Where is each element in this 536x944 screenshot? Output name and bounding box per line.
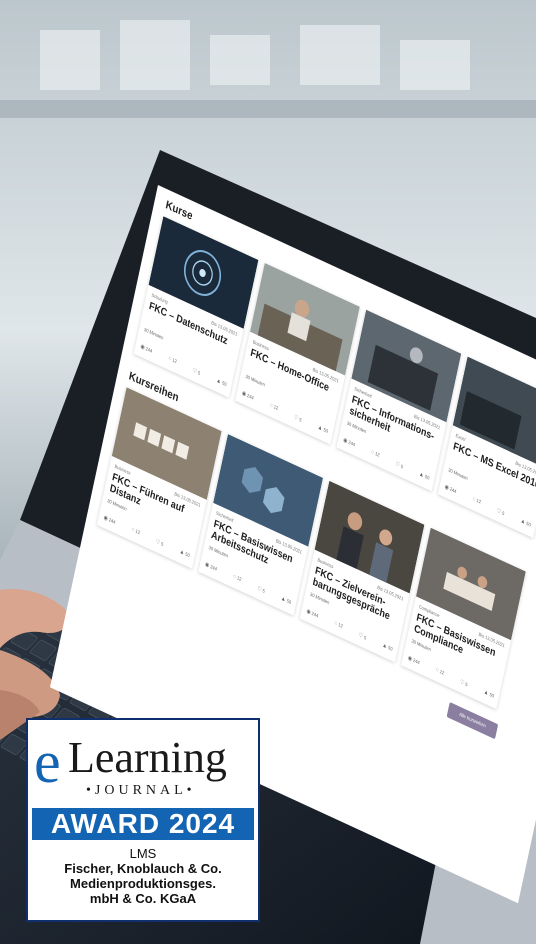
course-card[interactable]: Schulung Bis 13.05.2021 FKC – Datenschut… bbox=[133, 216, 259, 398]
views-count: 244 bbox=[209, 564, 218, 573]
rating-count: 50 bbox=[322, 427, 329, 435]
org-line: Fischer, Knoblauch & Co. bbox=[64, 861, 222, 876]
course-duration: 30 Minuten bbox=[244, 373, 266, 389]
comments-count: 12 bbox=[439, 669, 445, 677]
views-count: 244 bbox=[310, 610, 319, 620]
likes-count: 5 bbox=[464, 681, 469, 689]
course-card[interactable]: Sicherheit Bis 13.05.2021 FKC – Informat… bbox=[336, 309, 462, 492]
award-category: LMS bbox=[129, 846, 157, 861]
views-count: 244 bbox=[449, 486, 457, 496]
course-duration: 30 Minuten bbox=[447, 467, 469, 482]
course-stats: ◉ 244 ◌ 12 ♡ 5 ▲ 50 bbox=[444, 483, 531, 530]
course-card[interactable]: Business Bis 13.05.2021 FKC – Home-Offic… bbox=[235, 262, 360, 445]
org-line: mbH & Co. KGaA bbox=[89, 891, 197, 906]
rating-count: 50 bbox=[488, 691, 495, 700]
views-count: 244 bbox=[246, 392, 255, 402]
comments-count: 12 bbox=[134, 528, 141, 537]
svg-text:e: e bbox=[34, 729, 61, 795]
course-duration: 30 Minuten bbox=[143, 327, 164, 342]
rating-count: 50 bbox=[424, 474, 430, 482]
org-line: Medienproduktionsges. bbox=[70, 876, 216, 891]
comments-count: 12 bbox=[475, 497, 482, 506]
series-card[interactable]: Sicherheit Bis 13.05.2021 FKC – Basiswis… bbox=[198, 434, 324, 616]
views-count: 244 bbox=[144, 346, 153, 355]
likes-count: 5 bbox=[160, 541, 164, 549]
comments-count: 12 bbox=[273, 404, 279, 412]
award-banner: AWARD 2024 bbox=[32, 808, 254, 840]
svg-text:•JOURNAL•: •JOURNAL• bbox=[86, 783, 196, 798]
comments-count: 12 bbox=[236, 575, 242, 583]
views-count: 244 bbox=[108, 517, 116, 526]
rating-count: 50 bbox=[184, 551, 191, 560]
course-stats: ◉ 244 ◌ 12 ♡ 5 ▲ 50 bbox=[241, 390, 328, 437]
series-card[interactable]: Business Bis 13.05.2021 FKC – Führen auf… bbox=[96, 387, 222, 569]
elearning-journal-logo: e Learning •JOURNAL• bbox=[34, 729, 227, 798]
all-series-button[interactable]: Alle Kursreihen bbox=[446, 702, 499, 740]
views-count: 244 bbox=[412, 657, 421, 667]
rating-count: 50 bbox=[525, 520, 532, 529]
likes-count: 5 bbox=[261, 588, 266, 595]
comments-count: 12 bbox=[171, 357, 178, 366]
comments-count: 12 bbox=[374, 451, 381, 459]
likes-count: 5 bbox=[197, 370, 201, 377]
rating-count: 50 bbox=[286, 598, 292, 606]
views-count: 244 bbox=[347, 439, 356, 449]
likes-count: 5 bbox=[400, 463, 404, 471]
rating-count: 50 bbox=[387, 645, 393, 653]
likes-count: 5 bbox=[501, 510, 505, 518]
award-badge: e Learning •JOURNAL• AWARD 2024 LMS Fisc… bbox=[26, 718, 260, 922]
comments-count: 12 bbox=[337, 622, 344, 630]
series-card[interactable]: Business Bis 13.05.2021 FKC – Zielverein… bbox=[299, 480, 425, 663]
svg-text:Learning: Learning bbox=[68, 733, 227, 782]
award-organisation: Fischer, Knoblauch & Co. Medienproduktio… bbox=[28, 861, 258, 906]
likes-count: 5 bbox=[298, 417, 303, 424]
series-card[interactable]: Compliance Bis 13.05.2021 FKC – Basiswis… bbox=[401, 527, 526, 710]
rating-count: 50 bbox=[221, 380, 227, 389]
likes-count: 5 bbox=[363, 635, 367, 642]
